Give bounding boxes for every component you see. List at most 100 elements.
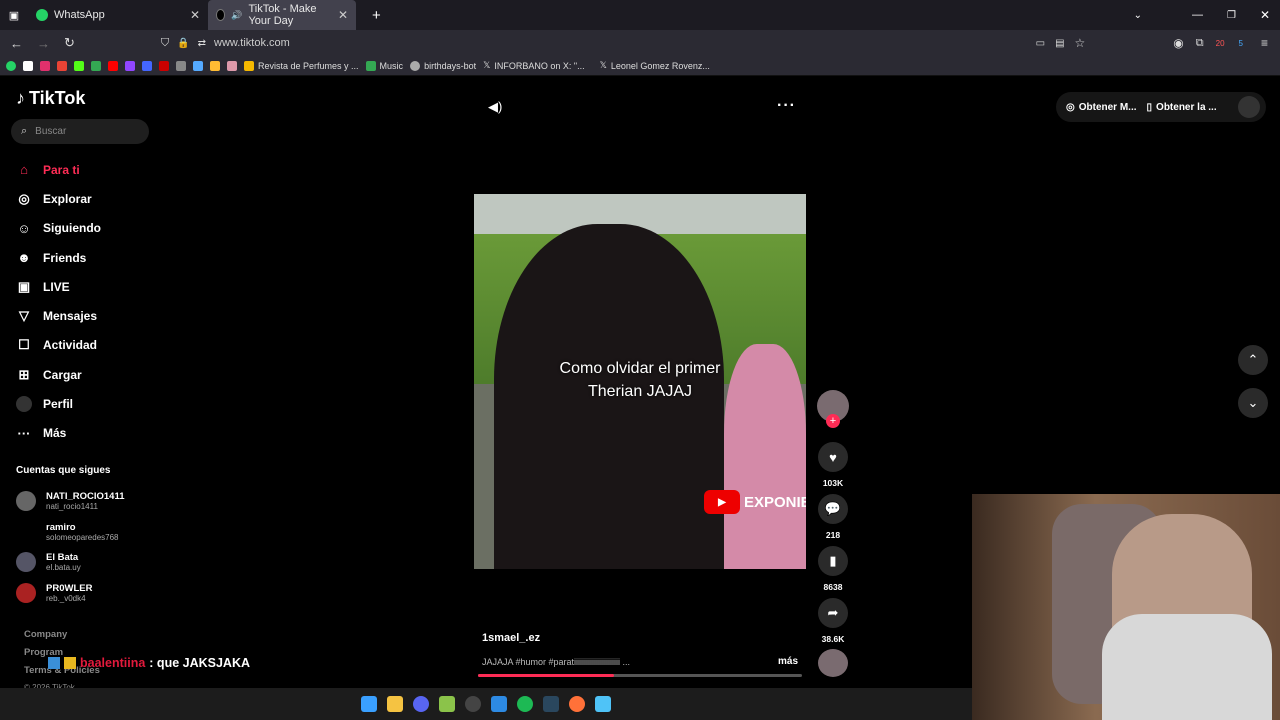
tiktok-logo[interactable]: ♪ TikTok [16,88,85,109]
new-tab-icon[interactable]: + [372,7,381,24]
following-item[interactable]: ramiro solomeoparedes768 [16,517,125,548]
paypal-bookmark-icon[interactable] [142,60,152,71]
notepad-icon[interactable] [595,696,611,712]
spark-bookmark-icon[interactable] [193,60,203,71]
share-button[interactable]: ➦ 38.6K [816,598,850,644]
vscode-icon[interactable] [491,696,507,712]
cloud-bookmark-icon[interactable] [210,60,220,71]
close-icon[interactable]: ✕ [338,8,348,22]
instagram-bookmark-icon[interactable] [40,60,50,71]
tab-tiktok[interactable]: 🔊 TikTok - Make Your Day ✕ [208,0,356,30]
crown-icon [64,657,76,669]
bookmark-4[interactable]: 𝕏 INFORBANO on X: "... [483,60,584,71]
following-item[interactable]: El Bata el.bata.uy [16,547,125,578]
following-icon: ☺ [17,220,31,236]
url-text[interactable]: www.tiktok.com [214,37,290,49]
video-author[interactable]: 1smael_.ez [482,632,540,644]
nav-item-para-ti[interactable]: ⌂ Para ti [16,155,101,184]
nav-item-mensajes[interactable]: ▽ Mensajes [16,301,101,330]
search-placeholder: Buscar [35,126,67,137]
upload-icon: ⊞ [18,366,30,382]
chevron-down-icon: ⌄ [1247,395,1259,410]
star-icon[interactable]: ☆ [1075,36,1086,50]
options-icon[interactable]: ··· [777,97,796,115]
creator-avatar[interactable]: + [817,390,849,428]
following-item[interactable]: NATI_ROCIO1411 nati_rocio1411 [16,486,125,517]
steam-icon[interactable] [543,696,559,712]
red-bookmark-icon[interactable] [159,60,169,71]
more-button[interactable]: más [778,656,798,667]
tab-list-icon[interactable]: ▣ [0,9,28,22]
search-input[interactable]: ⌕ Buscar [11,119,149,144]
nav-item-cargar[interactable]: ⊞ Cargar [16,360,101,389]
windows-start-icon[interactable] [361,696,377,712]
permissions-icon[interactable]: ⇄ [198,38,206,49]
kick-bookmark-icon[interactable] [74,60,84,71]
bookmark-5[interactable]: 𝕏 Leonel Gomez Rovenz... [600,60,710,71]
drive-bookmark-icon[interactable] [91,60,101,71]
bookmark-2[interactable]: Music [365,60,403,71]
bookmark-1[interactable]: Revista de Perfumes y ... [244,60,359,71]
live-app-icon[interactable] [439,696,455,712]
x-bookmark-icon[interactable] [23,60,33,71]
inbox-icon[interactable] [1238,96,1260,118]
nav-item-mas[interactable]: ··· Más [16,419,101,448]
extension-badge-2[interactable]: 5 [1239,39,1243,48]
menu-icon[interactable]: ≡ [1261,36,1268,50]
chevron-down-icon[interactable]: ⌄ [1134,10,1142,21]
previous-video-button[interactable]: ⌃ [1238,345,1268,375]
lock-icon[interactable]: 🔒 [177,38,189,49]
window-close-icon[interactable]: ✕ [1260,8,1270,22]
messages-icon: ▽ [19,308,29,324]
nav-item-friends[interactable]: ☻ Friends [16,243,101,272]
wave-bookmark-icon[interactable] [176,60,186,71]
file-explorer-icon[interactable] [387,696,403,712]
obs-icon[interactable] [465,696,481,712]
following-item[interactable]: PR0WLER reb._v0dk4 [16,578,125,609]
nav-item-explorar[interactable]: ◎ Explorar [16,184,101,213]
like-button[interactable]: ♥ 103K [816,442,850,488]
get-coins-button[interactable]: ◎ Obtener M... [1066,102,1137,113]
extension-badge-1[interactable]: 20 [1216,39,1225,48]
twitch-bookmark-icon[interactable] [125,60,135,71]
whatsapp-bookmark-icon[interactable] [6,60,16,71]
minimize-icon[interactable]: — [1192,9,1203,21]
speaker-icon[interactable]: 🔊 [231,10,242,21]
avatar [16,491,36,512]
spotify-icon[interactable] [517,696,533,712]
tiktok-favicon-icon [216,9,226,21]
close-icon[interactable]: ✕ [190,8,200,22]
save-button[interactable]: ▮ 8638 [816,546,850,592]
firefox-icon[interactable] [569,696,585,712]
footer-company[interactable]: Company [24,629,100,647]
gmail-bookmark-icon[interactable] [57,60,67,71]
video-progress-bar[interactable] [478,674,802,677]
get-app-button[interactable]: ▯ Obtener la ... [1147,102,1217,113]
share-icon: ➦ [818,598,848,628]
account-icon[interactable]: ◉ [1173,36,1183,50]
image-bookmark-icon[interactable] [227,60,237,71]
discord-icon[interactable] [413,696,429,712]
restore-icon[interactable]: ❐ [1227,10,1236,21]
comment-button[interactable]: 💬 218 [816,494,850,540]
extensions-icon[interactable]: ⧉ [1196,37,1204,50]
forward-icon[interactable]: → [37,36,50,51]
nav-item-actividad[interactable]: ☐ Actividad [16,331,101,360]
reader-icon[interactable]: ▤ [1055,38,1064,49]
nav-item-siguiendo[interactable]: ☺ Siguiendo [16,214,101,243]
sound-avatar[interactable] [818,649,848,677]
video-player[interactable]: Como olvidar el primer Therian JAJAJ ▶ E… [474,194,806,569]
follow-plus-icon[interactable]: + [826,414,840,428]
tab-whatsapp[interactable]: WhatsApp ✕ [28,0,208,30]
volume-icon[interactable]: ◀) [488,99,502,115]
shield-icon[interactable]: ⛉ [161,37,169,50]
next-video-button[interactable]: ⌄ [1238,388,1268,418]
reload-icon[interactable]: ↻ [64,35,75,51]
back-icon[interactable]: ← [10,36,23,51]
youtube-bookmark-icon[interactable] [108,60,118,71]
brand-name: TikTok [29,88,86,108]
screenshot-icon[interactable]: ▭ [1036,38,1045,49]
nav-item-live[interactable]: ▣ LIVE [16,272,101,301]
nav-item-perfil[interactable]: Perfil [16,389,101,418]
bookmark-3[interactable]: birthdays-bot [410,60,476,71]
